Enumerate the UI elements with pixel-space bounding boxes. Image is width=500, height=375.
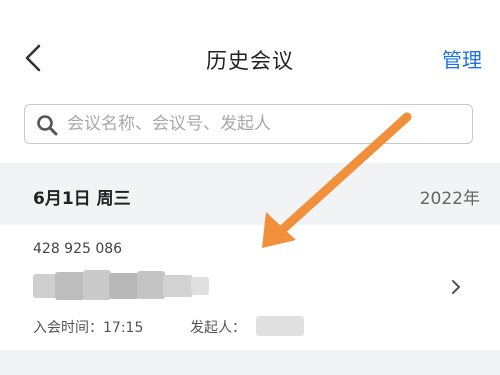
search-bar[interactable] [24, 104, 473, 144]
date-group-header: 6月1日 周三 2022年 [0, 163, 500, 225]
year-label: 2022年 [419, 189, 480, 209]
join-time: 入会时间：17:15 [33, 320, 144, 336]
search-input[interactable] [67, 105, 457, 142]
meeting-name-redacted [33, 270, 209, 300]
date-label: 6月1日 周三 [33, 189, 131, 209]
search-icon [37, 115, 58, 136]
manage-button[interactable]: 管理 [442, 44, 482, 73]
chevron-right-icon [452, 280, 460, 294]
meeting-id: 428 925 086 [33, 241, 123, 257]
meeting-list-item[interactable]: 428 925 086 入会时间：17:15 发起人： [0, 225, 500, 350]
initiator-label: 发起人： [190, 320, 246, 336]
header: 历史会议 管理 [0, 0, 500, 108]
initiator-name-redacted [256, 316, 304, 336]
list-separator [0, 350, 500, 375]
page-title: 历史会议 [206, 49, 294, 73]
